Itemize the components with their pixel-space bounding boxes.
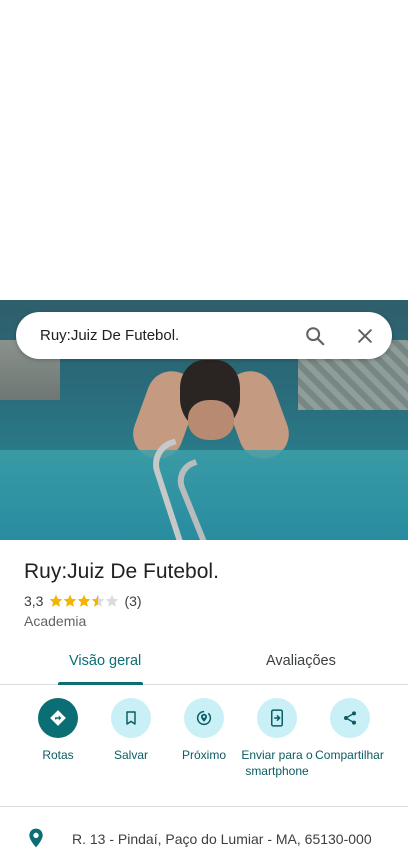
tab-reviews[interactable]: Avaliações: [266, 653, 336, 669]
rating-value: 3,3: [24, 593, 44, 609]
nearby-label: Próximo: [181, 748, 226, 762]
tab-bar: Visão geral Avaliações: [0, 642, 408, 685]
person-face: [188, 400, 234, 440]
directions-icon: [38, 698, 78, 738]
star-icon: [50, 594, 119, 607]
search-icon[interactable]: [302, 323, 328, 349]
close-icon[interactable]: [352, 323, 378, 349]
place-title: Ruy:Juiz De Futebol.: [24, 560, 219, 583]
directions-label: Rotas: [42, 748, 74, 762]
nearby-icon: [184, 698, 224, 738]
divider: [0, 806, 408, 807]
address-text: R. 13 - Pindaí, Paço do Lumiar - MA, 651…: [72, 831, 372, 847]
rating-stars: [49, 594, 119, 608]
send-to-phone-label: Enviar para o smartphone: [241, 748, 313, 778]
review-count: (3): [124, 593, 142, 609]
directions-button[interactable]: Rotas: [18, 698, 98, 763]
search-input[interactable]: Ruy:Juiz De Futebol.: [40, 327, 179, 344]
address-row[interactable]: R. 13 - Pindaí, Paço do Lumiar - MA, 651…: [0, 826, 408, 848]
share-label: Compartilhar: [315, 748, 384, 762]
rating-row[interactable]: 3,3 (3): [24, 593, 142, 609]
location-pin-icon: [28, 828, 44, 853]
tab-indicator: [58, 682, 143, 685]
send-to-phone-icon: [257, 698, 297, 738]
search-bar[interactable]: Ruy:Juiz De Futebol.: [16, 312, 392, 359]
nearby-button[interactable]: Próximo: [164, 698, 244, 763]
action-buttons: Rotas Salvar Próximo Enviar para o smart…: [0, 698, 408, 798]
share-icon: [329, 698, 370, 738]
blank-area: [0, 0, 408, 300]
save-button[interactable]: Salvar: [91, 698, 171, 763]
save-label: Salvar: [113, 748, 148, 762]
send-to-phone-button[interactable]: Enviar para o smartphone: [237, 698, 317, 779]
tab-overview[interactable]: Visão geral: [69, 653, 141, 669]
share-button[interactable]: Compartilhar: [309, 698, 390, 763]
bookmark-icon: [111, 698, 151, 738]
place-category: Academia: [24, 613, 87, 629]
